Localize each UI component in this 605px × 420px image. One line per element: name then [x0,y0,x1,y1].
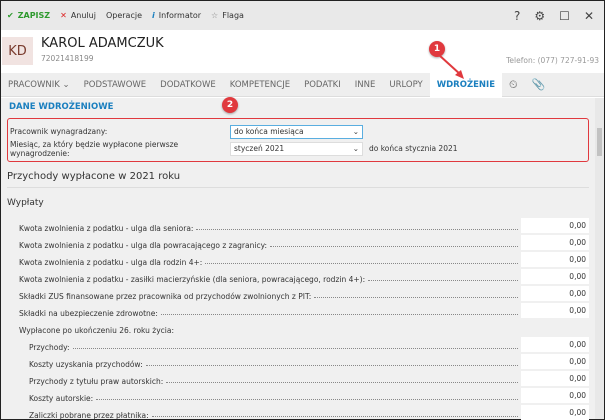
attachment-icon[interactable]: 📎 [525,73,553,97]
row-label: Koszty autorskie: [29,394,94,403]
payment-row: Koszty autorskie: 0,00 [7,386,589,403]
tab-kompetencje[interactable]: KOMPETENCJE [223,73,297,97]
row-label: Kwota zwolnienia z podatku - zasiłki mac… [19,275,366,284]
paid-label: Pracownik wynagradzany: [10,127,108,136]
row-value-input[interactable]: 0,00 [521,269,589,284]
step-badge-2: 2 [222,97,238,113]
cancel-button[interactable]: ✕ Anuluj [60,11,96,20]
leader-dots [270,246,518,247]
leader-dots [160,314,518,315]
payment-row: Składki na ubezpieczenie zdrowotne: 0,00 [7,301,589,318]
employee-phone: Telefon: (077) 727-91-93 [506,56,599,65]
tab-dodatkowe[interactable]: DODATKOWE [153,73,223,97]
toolbar: ✔ ZAPISZ ✕ Anuluj Operacje i Informator ☆ Fl… [1,1,604,30]
leader-dots [196,229,518,230]
payment-row: Zaliczki pobrane przez płatnika: 0,00 [7,403,589,420]
informator-button[interactable]: i Informator [152,11,201,20]
section-title: DANE WDROŻENIOWE [9,102,114,112]
leader-dots [72,348,518,349]
star-icon: ☆ [211,11,219,20]
row-value-input[interactable]: 0,00 [521,252,589,267]
payments-list: Kwota zwolnienia z podatku - ulga dla se… [7,216,589,420]
scrollbar[interactable] [595,98,604,419]
close-window-icon[interactable]: ✕ [584,9,594,23]
leader-dots [151,416,518,417]
tab-pracownik[interactable]: PRACOWNIK ⌄ [1,73,77,97]
operations-button[interactable]: Operacje [106,11,142,20]
flag-button[interactable]: ☆ Flaga [211,11,244,20]
row-label: Przychody: [29,343,70,352]
row-value-input[interactable]: 0,00 [521,371,589,386]
leader-dots [96,399,518,400]
row-label: Wypłacone po ukończeniu 26. roku życia: [19,326,175,335]
tab-podatki[interactable]: PODATKI [297,73,348,97]
chevron-down-icon: ⌄ [352,127,359,136]
help-icon[interactable]: ? [514,9,520,23]
row-value-input[interactable]: 0,00 [521,354,589,369]
row-value-input[interactable]: 0,00 [521,388,589,403]
leader-dots [166,382,518,383]
employee-name: KAROL ADAMCZUK [41,36,164,51]
row-value-input[interactable]: 0,00 [521,218,589,233]
row-value-input[interactable]: 0,00 [521,337,589,352]
leader-dots [314,297,518,298]
tab-urlopy[interactable]: URLOPY [382,73,429,97]
row-label: Kwota zwolnienia z podatku - ulga dla ro… [19,258,203,267]
employee-pesel: 72021418199 [41,54,94,63]
leader-dots [145,365,518,366]
payment-row: Przychody z tytułu praw autorskich: 0,00 [7,369,589,386]
month-note: do końca stycznia 2021 [369,144,458,153]
row-label: Koszty uzyskania przychodów: [29,360,143,369]
avatar: KD [2,37,33,65]
payment-row: Kwota zwolnienia z podatku - ulga dla po… [7,233,589,250]
row-label: Składki na ubezpieczenie zdrowotne: [19,309,158,318]
row-label: Kwota zwolnienia z podatku - ulga dla se… [19,224,194,233]
leader-dots [205,263,518,264]
check-icon: ✔ [7,11,14,20]
payment-row: Koszty uzyskania przychodów: 0,00 [7,352,589,369]
employee-header: KD KAROL ADAMCZUK 72021418199 Telefon: (… [1,30,604,73]
row-label: Przychody z tytułu praw autorskich: [29,377,164,386]
chevron-down-icon: ⌄ [62,79,70,90]
content-panel: DANE WDROŻENIOWE Pracownik wynagradzany:… [1,98,595,420]
row-label: Zaliczki pobrane przez płatnika: [29,411,149,420]
payment-row: Kwota zwolnienia z podatku - ulga dla ro… [7,250,589,267]
row-label: Kwota zwolnienia z podatku - ulga dla po… [19,241,267,250]
tab-podstawowe[interactable]: PODSTAWOWE [77,73,154,97]
month-label: Miesiąc, za który będzie wypłacone pierw… [10,139,179,158]
scrollbar-thumb[interactable] [597,128,602,156]
row-value-input[interactable]: 0,00 [521,235,589,250]
info-icon: i [151,11,155,20]
row-value-input[interactable]: 0,00 [521,286,589,301]
chevron-down-icon: ⌄ [352,144,359,153]
row-value-input[interactable]: 0,00 [521,303,589,318]
payment-row: Kwota zwolnienia z podatku - ulga dla se… [7,216,589,233]
arrow-annotation [438,54,464,79]
row-value-input[interactable]: 0,00 [521,405,589,420]
tab-bar: PRACOWNIK ⌄ PODSTAWOWE DODATKOWE KOMPETE… [1,72,604,97]
tab-inne[interactable]: INNE [348,73,383,97]
maximize-icon[interactable]: ☐ [559,9,570,23]
close-icon: ✕ [60,11,67,20]
paid-select[interactable]: do końca miesiąca ⌄ [230,124,363,139]
payment-row: Przychody: 0,00 [7,335,589,352]
payment-row: Kwota zwolnienia z podatku - zasiłki mac… [7,267,589,284]
month-select[interactable]: styczeń 2021 ⌄ [230,141,363,156]
leader-dots [368,280,518,281]
gear-icon[interactable]: ⚙ [534,9,545,23]
save-button[interactable]: ✔ ZAPISZ [7,11,50,20]
history-icon[interactable]: ⏲ [502,73,525,97]
row-label: Składki ZUS finansowane przez pracownika… [19,292,312,301]
payment-row: Składki ZUS finansowane przez pracownika… [7,284,589,301]
highlight-box: Pracownik wynagradzany: do końca miesiąc… [7,118,589,162]
income-title: Przychody wypłacone w 2021 roku [7,171,589,188]
payment-row: Wypłacone po ukończeniu 26. roku życia: [7,318,589,335]
payments-title: Wypłaty [7,198,44,208]
